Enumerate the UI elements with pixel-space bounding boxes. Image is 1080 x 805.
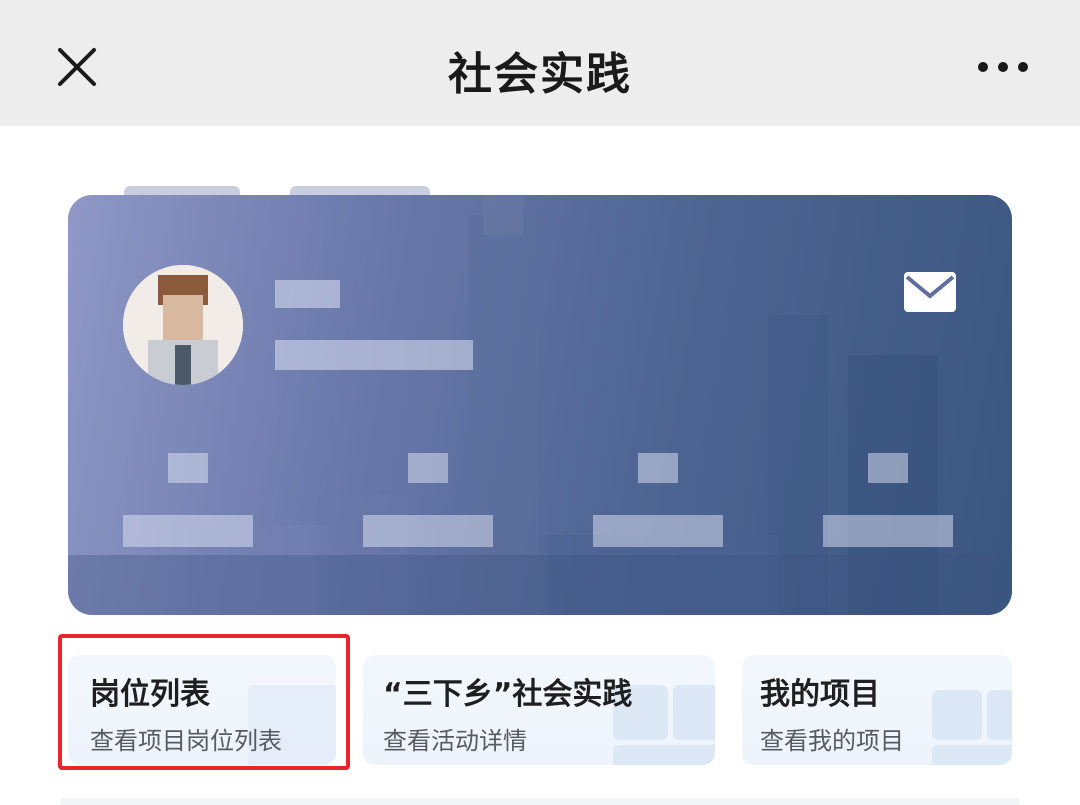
stat-item: [98, 445, 278, 555]
user-name-pixelated: [275, 280, 340, 308]
page-title: 社会实践: [448, 49, 632, 100]
stat-item: [798, 445, 978, 555]
stat-item: [338, 445, 518, 555]
card-subtitle: 查看活动详情: [383, 727, 527, 755]
card-title: 我的项目: [760, 677, 880, 712]
envelope-icon[interactable]: [904, 272, 956, 312]
rural-practice-card[interactable]: “三下乡”社会实践 查看活动详情: [363, 655, 715, 765]
card-subtitle: 查看项目岗位列表: [90, 727, 282, 755]
card-title: 岗位列表: [90, 677, 210, 712]
card-decoration: [932, 690, 982, 740]
more-dots-icon[interactable]: [972, 52, 1034, 82]
section-divider: [60, 798, 1020, 805]
position-list-card[interactable]: 岗位列表 查看项目岗位列表: [68, 655, 336, 765]
my-projects-card[interactable]: 我的项目 查看我的项目: [742, 655, 1012, 765]
card-title: “三下乡”社会实践: [383, 677, 633, 712]
card-decoration: [613, 745, 715, 765]
top-navbar: 社会实践: [0, 0, 1080, 126]
card-decoration: [987, 690, 1012, 740]
card-subtitle: 查看我的项目: [760, 727, 904, 755]
card-decoration: [932, 745, 1012, 765]
profile-banner-card: [68, 195, 1012, 615]
user-avatar: [123, 265, 243, 385]
user-school-pixelated: [275, 340, 473, 370]
card-decoration: [673, 685, 715, 740]
stat-item: [568, 445, 748, 555]
